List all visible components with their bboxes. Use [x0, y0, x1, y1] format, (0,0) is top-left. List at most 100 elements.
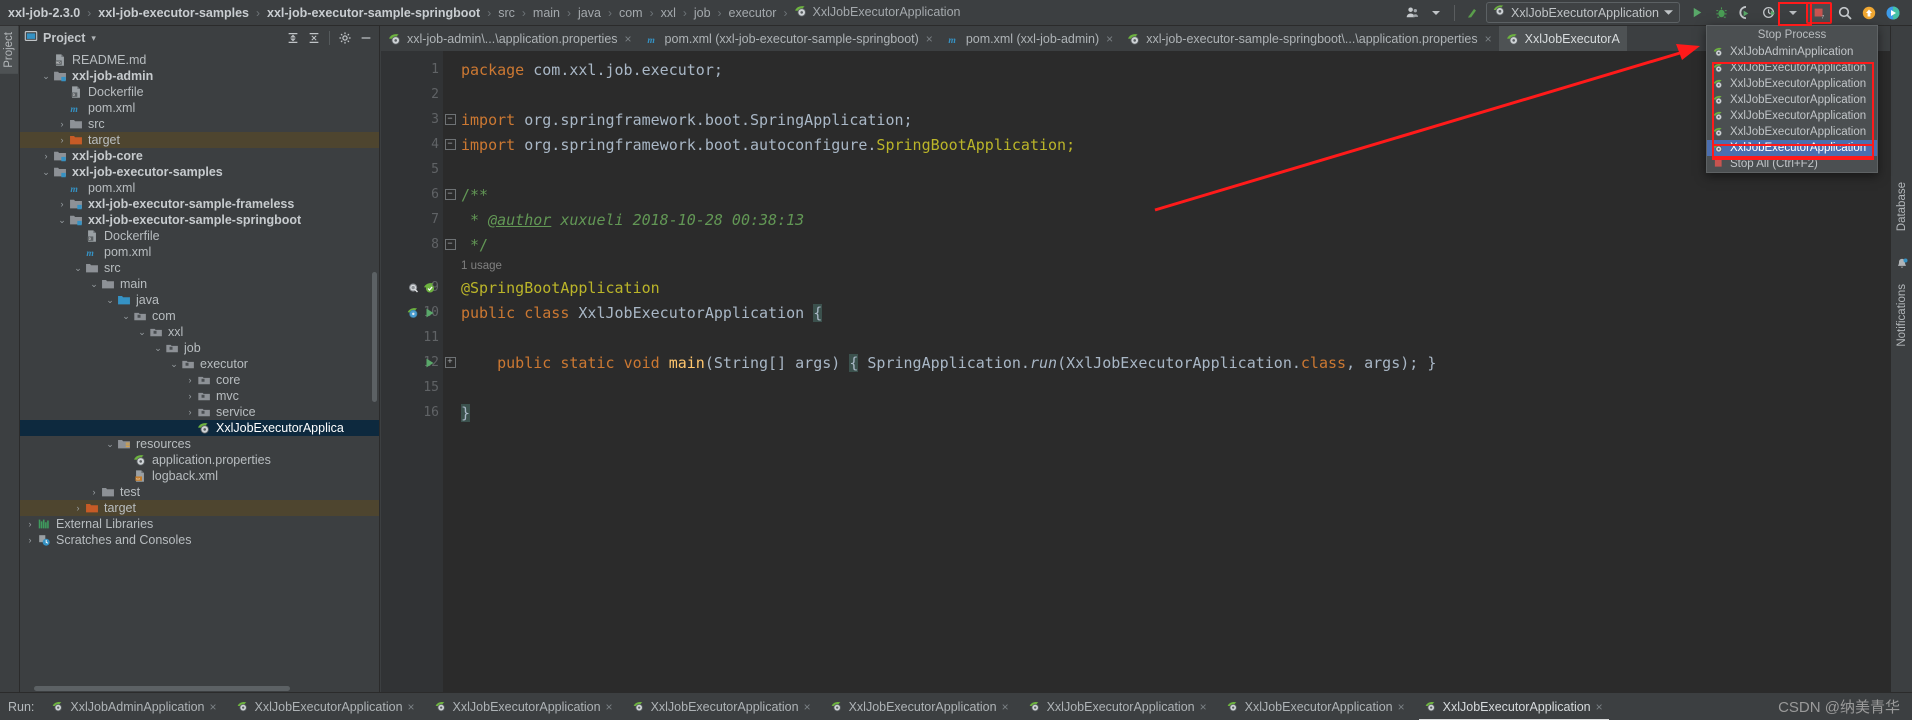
- breadcrumb-item[interactable]: xxl-job-2.3.0: [6, 6, 82, 20]
- gutter-marks[interactable]: [407, 281, 437, 295]
- debug-button[interactable]: [1710, 2, 1732, 24]
- vertical-scrollbar[interactable]: [372, 272, 377, 402]
- breadcrumb-item[interactable]: XxlJobExecutorApplication: [792, 4, 962, 21]
- tree-node[interactable]: › core: [20, 372, 379, 388]
- tree-node[interactable]: ⌄ xxl-job-executor-sample-springboot: [20, 212, 379, 228]
- tree-node[interactable]: › target: [20, 132, 379, 148]
- fold-toggle-icon[interactable]: −: [443, 132, 457, 157]
- chevron-right-icon[interactable]: ›: [88, 487, 100, 497]
- chevron-down-icon[interactable]: ⌄: [104, 295, 116, 306]
- tree-node[interactable]: › External Libraries: [20, 516, 379, 532]
- tree-node[interactable]: ⌄ job: [20, 340, 379, 356]
- chevron-right-icon[interactable]: ›: [40, 151, 52, 161]
- tree-node[interactable]: › test: [20, 484, 379, 500]
- gutter-marks[interactable]: [423, 356, 437, 370]
- sidebar-item-project[interactable]: Project: [0, 26, 18, 74]
- tree-node[interactable]: › xxl-job-executor-sample-frameless: [20, 196, 379, 212]
- breadcrumb-item[interactable]: xxl-job-executor-samples: [96, 6, 251, 20]
- tree-node[interactable]: ⌄ xxl-job-admin: [20, 68, 379, 84]
- search-icon[interactable]: [1834, 2, 1856, 24]
- breadcrumb-item[interactable]: xxl: [659, 6, 678, 20]
- run-tab[interactable]: XxlJobExecutorApplication ×: [1019, 693, 1217, 720]
- chevron-down-icon[interactable]: ⌄: [72, 263, 84, 274]
- run-tab[interactable]: XxlJobExecutorApplication ×: [821, 693, 1019, 720]
- tree-node[interactable]: › service: [20, 404, 379, 420]
- tree-node[interactable]: D Dockerfile: [20, 84, 379, 100]
- run-tab[interactable]: XxlJobExecutorApplication ×: [1415, 693, 1613, 720]
- vcs-update-icon[interactable]: [1462, 2, 1484, 24]
- breadcrumb-item[interactable]: src: [496, 6, 517, 20]
- run-tab[interactable]: XxlJobExecutorApplication ×: [1217, 693, 1415, 720]
- chevron-down-icon[interactable]: [1664, 4, 1673, 22]
- popup-menu-item[interactable]: XxlJobExecutorApplication: [1707, 124, 1877, 140]
- breadcrumb-item[interactable]: java: [576, 6, 603, 20]
- tree-node[interactable]: application.properties: [20, 452, 379, 468]
- bookmark-check-icon[interactable]: [423, 281, 437, 295]
- popup-menu-item[interactable]: XxlJobExecutorApplication: [1707, 92, 1877, 108]
- tree-node[interactable]: m pom.xml: [20, 244, 379, 260]
- close-icon[interactable]: ×: [408, 700, 415, 714]
- tree-node[interactable]: › xxl-job-core: [20, 148, 379, 164]
- notifications-group[interactable]: Notifications: [1893, 257, 1911, 353]
- tree-node[interactable]: ⌄ main: [20, 276, 379, 292]
- close-icon[interactable]: ×: [210, 700, 217, 714]
- close-icon[interactable]: ×: [1200, 700, 1207, 714]
- chevron-down-icon[interactable]: [1425, 2, 1447, 24]
- sidebar-item-database[interactable]: Database: [1893, 176, 1911, 237]
- popup-item-list[interactable]: XxlJobAdminApplication XxlJobExecutorAppl…: [1707, 44, 1877, 172]
- chevron-down-icon[interactable]: ⌄: [168, 359, 180, 370]
- updates-available-icon[interactable]: [1858, 2, 1880, 24]
- editor-tab[interactable]: m pom.xml (xxl-job-admin) ×: [940, 26, 1120, 51]
- editor-code-column[interactable]: package com.xxl.job.executor; import org…: [457, 51, 1890, 692]
- chevron-right-icon[interactable]: ›: [56, 199, 68, 209]
- chevron-down-icon[interactable]: ⌄: [40, 71, 52, 82]
- run-tab[interactable]: XxlJobExecutorApplication ×: [227, 693, 425, 720]
- editor-tab[interactable]: xxl-job-executor-sample-springboot\...\a…: [1120, 26, 1498, 51]
- run-configuration-selector[interactable]: XxlJobExecutorApplication: [1486, 2, 1680, 23]
- chevron-right-icon[interactable]: ›: [72, 503, 84, 513]
- chevron-down-icon[interactable]: ⌄: [136, 327, 148, 338]
- fold-toggle-icon[interactable]: −: [443, 182, 457, 207]
- gutter-marks[interactable]: [407, 306, 437, 320]
- chevron-down-icon[interactable]: ⌄: [88, 279, 100, 290]
- close-icon[interactable]: ×: [1485, 32, 1492, 46]
- fold-toggle-icon[interactable]: +: [443, 350, 457, 375]
- inspection-icon[interactable]: [407, 281, 421, 295]
- tree-node[interactable]: › Scratches and Consoles: [20, 532, 379, 548]
- tree-node[interactable]: MD README.md: [20, 52, 379, 68]
- run-tab[interactable]: XxlJobAdminApplication ×: [42, 693, 226, 720]
- profiler-button[interactable]: [1758, 2, 1780, 24]
- chevron-right-icon[interactable]: ›: [24, 519, 36, 529]
- close-icon[interactable]: ×: [606, 700, 613, 714]
- popup-menu-item[interactable]: Stop All (Ctrl+F2): [1707, 156, 1877, 172]
- breadcrumb-item[interactable]: main: [531, 6, 562, 20]
- chevron-right-icon[interactable]: ›: [184, 407, 196, 417]
- ide-features-trainer-icon[interactable]: [1882, 2, 1904, 24]
- tree-node[interactable]: › src: [20, 116, 379, 132]
- tree-node[interactable]: m pom.xml: [20, 100, 379, 116]
- chevron-down-icon[interactable]: ⌄: [56, 215, 68, 226]
- tree-node[interactable]: m pom.xml: [20, 180, 379, 196]
- close-icon[interactable]: ×: [926, 32, 933, 46]
- fold-toggle-icon[interactable]: −: [443, 232, 457, 257]
- popup-menu-item[interactable]: XxlJobExecutorApplication: [1707, 76, 1877, 92]
- popup-menu-item[interactable]: XxlJobExecutorApplication: [1707, 108, 1877, 124]
- run-gutter-icon[interactable]: [423, 306, 437, 320]
- close-icon[interactable]: ×: [625, 32, 632, 46]
- tree-node[interactable]: ⌄ src: [20, 260, 379, 276]
- breadcrumb-item[interactable]: executor: [727, 6, 779, 20]
- stop-button[interactable]: 7: [1806, 1, 1832, 24]
- chevron-right-icon[interactable]: ›: [24, 535, 36, 545]
- chevron-down-icon[interactable]: ⌄: [152, 343, 164, 354]
- tree-node[interactable]: ⌄ resources: [20, 436, 379, 452]
- breadcrumb-item[interactable]: com: [617, 6, 645, 20]
- run-button[interactable]: [1686, 2, 1708, 24]
- horizontal-scrollbar[interactable]: [20, 684, 379, 692]
- editor-tab[interactable]: m pom.xml (xxl-job-executor-sample-spring…: [639, 26, 940, 51]
- chevron-right-icon[interactable]: ›: [56, 135, 68, 145]
- breadcrumb-item[interactable]: xxl-job-executor-sample-springboot: [265, 6, 482, 20]
- close-icon[interactable]: ×: [1106, 32, 1113, 46]
- editor-tab[interactable]: XxlJobExecutorA: [1498, 26, 1627, 51]
- tree-node[interactable]: ⌄ xxl-job-executor-samples: [20, 164, 379, 180]
- chevron-right-icon[interactable]: ›: [56, 119, 68, 129]
